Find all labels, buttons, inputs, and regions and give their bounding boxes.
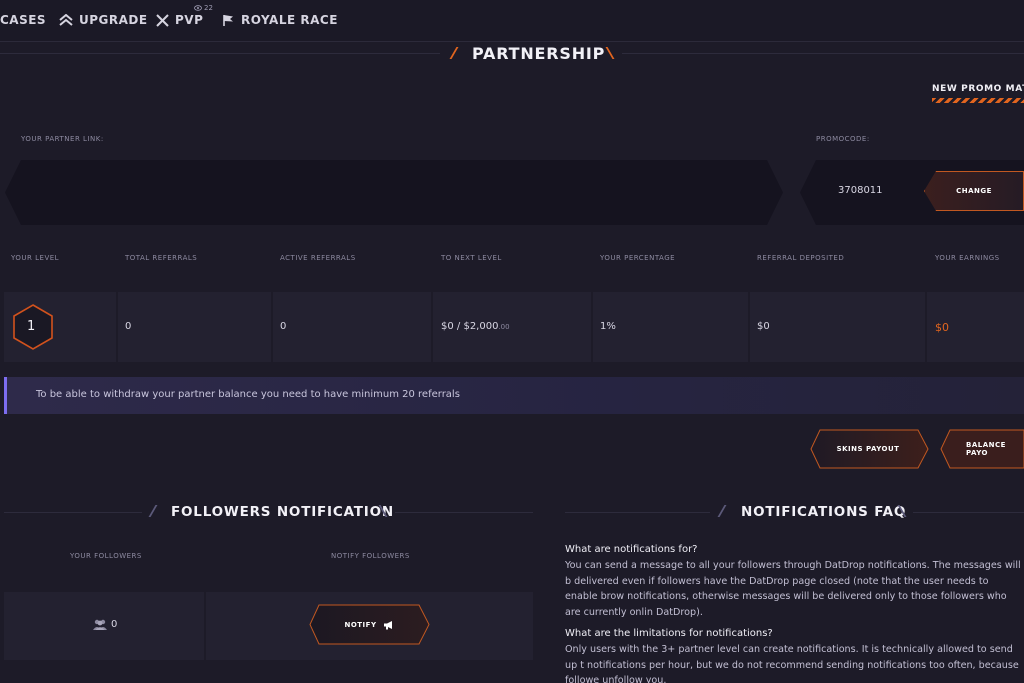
stat-header-total-referrals: TOTAL REFERRALS <box>125 254 198 262</box>
promocode-value: 3708011 <box>838 185 883 196</box>
balance-payout-label: BALANCE PAYO <box>966 440 1006 457</box>
notify-followers-label: NOTIFY FOLLOWERS <box>331 552 410 560</box>
stat-header-next-level: TO NEXT LEVEL <box>441 254 502 262</box>
followers-count-value: 0 <box>111 619 118 630</box>
notify-button-label: NOTIFY <box>344 620 377 629</box>
nav-item-label: UPGRADE <box>79 13 148 27</box>
stat-header-level: YOUR LEVEL <box>11 254 60 262</box>
eye-icon <box>194 5 202 11</box>
faq-question: What are the limitations for notificatio… <box>565 628 773 639</box>
divider-line <box>395 512 533 513</box>
title-accent-slash <box>449 47 459 59</box>
promocode-label: PROMOCODE: <box>816 135 870 143</box>
stat-cell-active-referrals <box>273 292 431 362</box>
faq-answer: Only users with the 3+ partner level can… <box>565 644 1019 683</box>
nav-item-label: CASES <box>0 13 47 27</box>
balance-payout-button[interactable]: BALANCE PAYO <box>946 430 1024 467</box>
skins-payout-button[interactable]: SKINS PAYOUT <box>812 430 924 467</box>
next-level-amount: $0 / $2,000 <box>441 321 499 332</box>
total-referrals-value: 0 <box>125 321 132 332</box>
divider-line <box>4 512 142 513</box>
title-accent-slash <box>717 505 727 517</box>
earnings-value: $0 <box>935 321 949 334</box>
pvp-viewers-badge: 22 <box>194 4 213 12</box>
stat-header-referral-deposited: REFERRAL DEPOSITED <box>757 254 845 262</box>
followers-count: 0 <box>93 619 117 630</box>
megaphone-icon <box>383 620 392 629</box>
nav-item-label: ROYALE RACE <box>241 13 338 27</box>
next-level-cents: .00 <box>498 323 510 331</box>
level-value: 1 <box>27 319 36 334</box>
divider-line <box>913 512 1024 513</box>
faq-question: What are notifications for? <box>565 544 698 555</box>
stat-header-percentage: YOUR PERCENTAGE <box>600 254 676 262</box>
withdraw-notice-banner: To be able to withdraw your partner bala… <box>4 377 1024 414</box>
notify-followers-button[interactable]: NOTIFY <box>311 606 427 643</box>
divider-line <box>565 512 710 513</box>
users-icon <box>93 619 107 630</box>
nav-item-upgrade[interactable]: UPGRADE <box>59 13 148 27</box>
partner-link-label: YOUR PARTNER LINK: <box>21 135 104 143</box>
faq-answer: You can send a message to all your follo… <box>565 560 1021 618</box>
change-button-label: CHANGE <box>956 187 992 195</box>
nav-item-label: PVP <box>175 13 204 27</box>
change-promocode-button[interactable]: CHANGE <box>924 171 1024 211</box>
crossed-swords-icon <box>156 13 169 27</box>
notifications-faq-title: NOTIFICATIONS FAQ <box>741 504 907 520</box>
flag-icon <box>223 14 233 26</box>
stat-cell-percentage <box>593 292 748 362</box>
new-promo-materials-link[interactable]: NEW PROMO MATE <box>932 84 1024 94</box>
page-title: PARTNERSHIP <box>472 44 606 63</box>
active-referrals-value: 0 <box>280 321 287 332</box>
nav-item-cases[interactable]: CASES <box>0 13 46 27</box>
stat-header-active-referrals: ACTIVE REFERRALS <box>280 254 356 262</box>
withdraw-notice-text: To be able to withdraw your partner bala… <box>36 389 460 400</box>
partner-link-field[interactable] <box>5 160 783 225</box>
pvp-viewers-count: 22 <box>204 4 213 12</box>
nav-item-pvp[interactable]: PVP <box>156 13 203 27</box>
stat-header-earnings: YOUR EARNINGS <box>935 254 1000 262</box>
divider-line <box>0 53 440 54</box>
skins-payout-label: SKINS PAYOUT <box>836 444 900 453</box>
nav-item-royale-race[interactable]: ROYALE RACE <box>222 13 338 27</box>
your-followers-label: YOUR FOLLOWERS <box>70 552 142 560</box>
stat-cell-total-referrals <box>118 292 271 362</box>
upgrade-chevrons-icon <box>59 14 73 26</box>
title-accent-slash <box>148 505 158 517</box>
top-navigation-bar: CASES UPGRADE PVP 22 ROYALE RACE <box>0 0 1024 42</box>
promo-materials-underline <box>932 98 1024 103</box>
percentage-value: 1% <box>600 321 616 332</box>
stat-cell-referral-deposited <box>750 292 925 362</box>
followers-notification-title: FOLLOWERS NOTIFICATION <box>171 504 394 520</box>
divider-line <box>622 53 1024 54</box>
referral-deposited-value: $0 <box>757 321 770 332</box>
next-level-value: $0 / $2,000.00 <box>441 321 510 332</box>
title-accent-slash <box>605 47 615 59</box>
